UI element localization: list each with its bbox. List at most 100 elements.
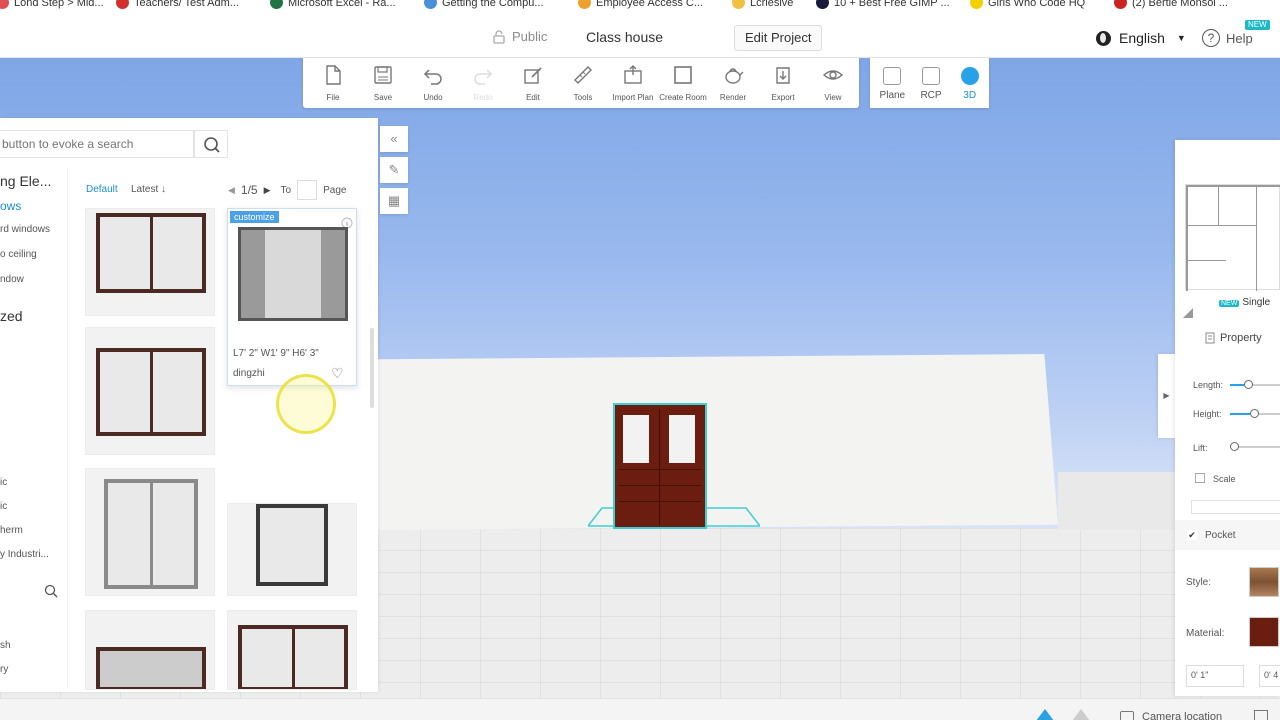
redo-icon (474, 69, 493, 85)
visibility-toggle[interactable]: Public (492, 29, 547, 44)
product-card[interactable] (85, 327, 215, 455)
door-mullion (659, 409, 660, 525)
create-room-button[interactable]: Create Room (658, 64, 708, 108)
category-item[interactable]: ng Ele... (0, 173, 51, 189)
new-badge: NEW (1245, 20, 1270, 30)
bookmark-label: Girls Who Code HQ (988, 0, 1086, 9)
selected-door[interactable] (613, 403, 707, 529)
page-number-input[interactable] (297, 180, 318, 200)
next-page-icon[interactable]: ▶ (264, 185, 271, 196)
bookmark[interactable]: Lond Step > Mid... (0, 0, 104, 9)
pocket-checkbox[interactable]: ✔ (1187, 530, 1197, 540)
single-tab-label: Single (1242, 297, 1271, 308)
category-item[interactable]: herm (0, 525, 23, 536)
dimension-input-2[interactable]: 0' 4 (1259, 665, 1280, 687)
save-button[interactable]: Save (358, 64, 408, 108)
bookmark[interactable]: Lcrieslve (732, 0, 793, 9)
grid-view-button[interactable]: ▦ (380, 188, 408, 214)
render-button[interactable]: Render (708, 64, 758, 108)
scale-checkbox[interactable] (1195, 473, 1205, 483)
bookmark[interactable]: Getting the Compu... (424, 0, 544, 9)
page-label: Page (323, 184, 347, 196)
bookmark-label: (2) Bertie Monsoi ... (1132, 0, 1228, 9)
property-panel-toggle[interactable]: ▶ (1158, 354, 1175, 438)
bookmark[interactable]: (2) Bertie Monsoi ... (1114, 0, 1228, 9)
catalog-scrollbar[interactable] (370, 328, 374, 408)
resize-corner-icon[interactable] (1183, 308, 1193, 318)
plane-view-button[interactable]: Plane (873, 67, 912, 108)
question-icon: ? (1202, 29, 1220, 47)
length-slider[interactable] (1230, 380, 1280, 389)
collapse-panel-button[interactable]: « (380, 126, 408, 152)
catalog-search-button[interactable] (194, 130, 228, 158)
nav-up-icon[interactable] (1036, 709, 1054, 720)
category-item[interactable]: ic (0, 477, 7, 488)
pin-icon: ✎ (388, 162, 400, 177)
language-selector[interactable]: English ▼ (1096, 30, 1186, 46)
file-button[interactable]: File (308, 64, 358, 108)
bookmark[interactable]: Teachers/ Test Adm... (116, 0, 239, 9)
view-button[interactable]: View (808, 64, 858, 108)
floor-plan-minimap[interactable] (1185, 184, 1280, 291)
export-button[interactable]: Export (758, 64, 808, 108)
pagination: ◀ 1/5 ▶ To Page (228, 180, 346, 200)
save-icon (374, 66, 392, 84)
height-slider[interactable] (1230, 409, 1280, 418)
single-tab[interactable]: NEW Single (1219, 297, 1270, 308)
category-item-windows[interactable]: ows (0, 199, 21, 213)
product-card[interactable] (85, 208, 215, 316)
category-item[interactable]: ic (0, 501, 7, 512)
category-item[interactable]: zed (0, 308, 23, 324)
help-button[interactable]: ? Help (1202, 29, 1253, 47)
search-icon[interactable] (44, 584, 58, 598)
category-item[interactable]: rd windows (0, 224, 50, 235)
sort-latest[interactable]: Latest ↓ (131, 184, 166, 195)
product-card-hovered[interactable]: customize L7' 2" W1' 9" H6' 3" dingzhi ♡ (227, 208, 357, 386)
product-card[interactable] (227, 503, 357, 596)
dimension-input-1[interactable]: 0' 1" (1186, 665, 1244, 687)
product-card[interactable] (85, 468, 215, 596)
bookmark[interactable]: Employee Access C... (578, 0, 703, 9)
screenshot-icon[interactable] (1254, 710, 1268, 720)
product-card[interactable] (227, 610, 357, 690)
camera-location-button[interactable]: Camera location (1142, 711, 1222, 720)
category-item[interactable]: ndow (0, 274, 24, 285)
import-plan-button[interactable]: Import Plan (608, 64, 658, 108)
double-chevron-left-icon: « (390, 131, 398, 146)
3d-view-button[interactable]: 3D (950, 67, 989, 108)
undo-button[interactable]: Undo (408, 64, 458, 108)
category-item[interactable]: sh (0, 640, 11, 651)
category-item[interactable]: y Industri... (0, 549, 49, 560)
prev-page-icon[interactable]: ◀ (228, 185, 235, 196)
window-thumbnail (96, 348, 206, 436)
pin-button[interactable]: ✎ (380, 157, 408, 183)
camera-icon (1120, 711, 1134, 720)
tools-button[interactable]: Tools (558, 64, 608, 108)
nav-up-icon[interactable] (1072, 709, 1090, 720)
render-label: Render (719, 93, 747, 102)
scale-input[interactable] (1191, 500, 1280, 514)
catalog-search-input[interactable] (0, 130, 194, 158)
redo-button[interactable]: Redo (458, 64, 508, 108)
lift-slider-knob[interactable] (1230, 442, 1239, 451)
bookmark[interactable]: 10 + Best Free GIMP ... (816, 0, 950, 9)
sort-default[interactable]: Default (86, 184, 118, 195)
rcp-view-button[interactable]: RCP (912, 67, 951, 108)
favorite-heart-icon[interactable]: ♡ (331, 365, 344, 382)
bookmarks-bar: Lond Step > Mid... Teachers/ Test Adm...… (0, 0, 1280, 12)
product-card[interactable] (85, 610, 215, 690)
eye-icon (822, 70, 844, 80)
edit-project-button[interactable]: Edit Project (734, 25, 823, 51)
bookmark[interactable]: Microsoft Excel - Ra... (270, 0, 396, 9)
bookmark[interactable]: Girls Who Code HQ (970, 0, 1085, 9)
style-swatch[interactable] (1249, 567, 1279, 597)
lift-slider[interactable] (1230, 442, 1280, 451)
material-swatch[interactable] (1249, 617, 1279, 647)
category-item[interactable]: o ceiling (0, 249, 37, 260)
undo-icon (423, 69, 442, 85)
edit-button[interactable]: Edit (508, 64, 558, 108)
length-slider-knob[interactable] (1244, 380, 1253, 389)
category-item[interactable]: ry (0, 664, 8, 675)
height-slider-knob[interactable] (1250, 409, 1259, 418)
wall[interactable] (378, 354, 1058, 530)
